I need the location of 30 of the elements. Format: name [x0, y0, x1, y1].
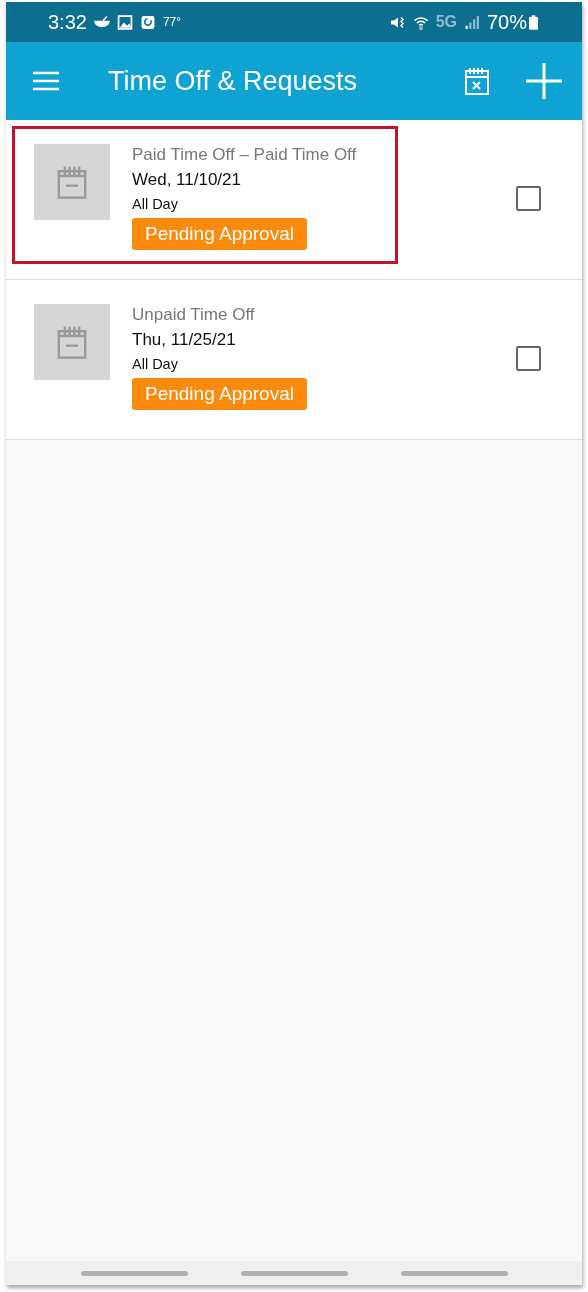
battery-percent: 70% [486, 10, 527, 34]
checkbox[interactable] [516, 346, 541, 371]
status-badge: Pending Approval [132, 218, 307, 250]
nav-handle[interactable] [400, 1270, 508, 1276]
request-type: Paid Time Off – Paid Time Off [132, 144, 357, 166]
request-date: Wed, 11/10/21 [132, 169, 241, 191]
request-row[interactable]: Unpaid Time Off Thu, 11/25/21 All Day Pending Approval [6, 280, 582, 440]
nav-handle[interactable] [80, 1270, 188, 1276]
add-icon[interactable] [526, 63, 562, 99]
menu-icon[interactable] [32, 71, 60, 91]
battery-icon [529, 14, 538, 30]
calendar-icon[interactable] [464, 66, 490, 96]
request-date: Thu, 11/25/21 [132, 329, 236, 351]
wifi-icon [412, 14, 429, 30]
vibrate-mute-icon [389, 14, 406, 30]
checkbox[interactable] [516, 186, 541, 211]
status-badge: Pending Approval [132, 378, 307, 410]
signal-icon [463, 14, 480, 30]
screen-title: Time Off & Requests [108, 65, 359, 97]
request-row[interactable]: Paid Time Off – Paid Time Off Wed, 11/10/21 All Day Pending Approval [6, 120, 582, 280]
image-icon [116, 14, 133, 30]
request-duration: All Day [132, 195, 178, 214]
reload-icon [139, 14, 156, 30]
nav-handle[interactable] [240, 1270, 348, 1276]
request-duration: All Day [132, 355, 178, 374]
clock: 3:32 [48, 10, 87, 34]
bowl-icon [93, 14, 110, 30]
request-type: Unpaid Time Off [132, 304, 255, 326]
temperature: 77° [162, 15, 182, 29]
network-type: 5G [435, 13, 457, 31]
